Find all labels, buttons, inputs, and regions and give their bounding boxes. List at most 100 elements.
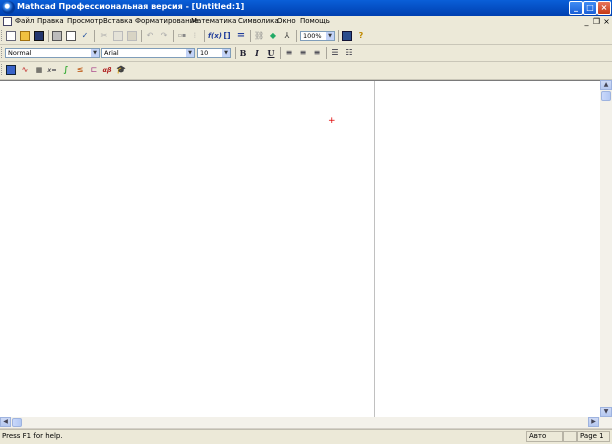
standard-toolbar: ✓ ✂ ↶ ↷ ▫▪ ⋮ f(x) [] = ⛓ ◆ ⅄ 100% ▼ ? — [0, 28, 612, 45]
toolbar-grip[interactable] — [1, 47, 4, 58]
boolean-icon[interactable]: ≤ — [75, 65, 85, 75]
insert-function-icon[interactable]: f(x) — [208, 31, 222, 41]
menu-symbolics[interactable]: Символика — [238, 17, 279, 25]
status-bar: Press F1 for help. Авто Page 1 — [0, 429, 612, 444]
align-left-icon[interactable]: ≡ — [284, 48, 294, 58]
style-value: Normal — [8, 49, 32, 57]
mdi-minimize-button[interactable]: _ — [582, 17, 591, 26]
cut-icon[interactable]: ✂ — [99, 31, 109, 41]
align-right-icon[interactable]: ≡ — [312, 48, 322, 58]
minimize-button[interactable]: _ — [569, 1, 583, 15]
print-preview-icon[interactable] — [66, 31, 76, 41]
scroll-down-button[interactable]: ▼ — [600, 407, 612, 417]
style-select[interactable]: Normal ▼ — [5, 48, 100, 58]
vertical-scrollbar[interactable]: ▲ ▼ — [600, 80, 612, 417]
spell-check-icon[interactable]: ✓ — [80, 31, 90, 41]
zoom-select[interactable]: 100% ▼ — [300, 31, 335, 41]
greek-icon[interactable]: αβ — [102, 65, 112, 75]
separator — [338, 30, 339, 42]
chevron-down-icon[interactable]: ▼ — [91, 49, 99, 57]
math-toolbar: ∿ ▦ x= ∫ ≤ ⊏ αβ 🎓 — [0, 62, 612, 80]
separator — [280, 47, 281, 59]
graph-icon[interactable]: ∿ — [20, 65, 30, 75]
horizontal-scrollbar[interactable]: ◀ ▶ — [0, 417, 612, 428]
toolbar-grip[interactable] — [1, 64, 4, 75]
separator — [173, 30, 174, 42]
mdi-close-button[interactable]: × — [602, 17, 611, 26]
resource-center-icon[interactable] — [342, 31, 352, 41]
toolbar-grip[interactable] — [1, 30, 4, 41]
formatting-toolbar: Normal ▼ Arial ▼ 10 ▼ B I U ≡ ≡ ≡ ☰ ☷ — [0, 45, 612, 62]
separator — [141, 30, 142, 42]
calculate-icon[interactable]: = — [236, 31, 246, 41]
underline-button[interactable]: U — [266, 48, 276, 58]
separator — [235, 47, 236, 59]
status-help-text: Press F1 for help. — [2, 432, 63, 440]
font-select[interactable]: Arial ▼ — [101, 48, 195, 58]
save-icon[interactable] — [34, 31, 44, 41]
menu-edit[interactable]: Правка — [37, 17, 64, 25]
chevron-down-icon[interactable]: ▼ — [186, 49, 194, 57]
undo-icon[interactable]: ↶ — [145, 31, 155, 41]
zoom-value: 100% — [303, 32, 322, 40]
close-button[interactable]: × — [597, 1, 611, 15]
italic-button[interactable]: I — [252, 48, 262, 58]
menu-help[interactable]: Помощь — [300, 17, 330, 25]
chevron-down-icon[interactable]: ▼ — [222, 49, 230, 57]
crosshair-cursor-icon: + — [328, 116, 336, 126]
numbered-list-icon[interactable]: ☷ — [344, 48, 354, 58]
insert-hyperlink-icon[interactable]: ⛓ — [254, 31, 264, 41]
menu-bar: Файл Правка Просмотр Вставка Форматирова… — [0, 16, 612, 28]
maximize-button[interactable]: □ — [583, 1, 597, 15]
programming-icon[interactable]: ⊏ — [89, 65, 99, 75]
bold-button[interactable]: B — [238, 48, 248, 58]
separator — [204, 30, 205, 42]
separator — [48, 30, 49, 42]
menu-format[interactable]: Форматирование — [135, 17, 199, 25]
copy-icon[interactable] — [113, 31, 123, 41]
print-icon[interactable] — [52, 31, 62, 41]
open-icon[interactable] — [20, 31, 30, 41]
document-icon[interactable] — [3, 17, 12, 26]
chevron-down-icon[interactable]: ▼ — [326, 32, 334, 40]
calculus-icon[interactable]: ∫ — [61, 65, 71, 75]
worksheet-area[interactable]: + — [0, 80, 600, 418]
separator — [94, 30, 95, 42]
menu-math[interactable]: Математика — [191, 17, 236, 25]
font-value: Arial — [104, 49, 119, 57]
align-center-icon[interactable]: ≡ — [298, 48, 308, 58]
evaluation-icon[interactable]: x= — [47, 65, 57, 75]
new-icon[interactable] — [6, 31, 16, 41]
scroll-left-button[interactable]: ◀ — [0, 417, 11, 427]
help-icon[interactable]: ? — [356, 31, 366, 41]
font-size-select[interactable]: 10 ▼ — [197, 48, 231, 58]
status-page-panel: Page 1 — [577, 431, 610, 442]
scroll-up-button[interactable]: ▲ — [600, 80, 612, 90]
redo-icon[interactable]: ↷ — [159, 31, 169, 41]
font-size-value: 10 — [200, 49, 209, 57]
symbolic-icon[interactable]: 🎓 — [116, 65, 126, 75]
scroll-right-button[interactable]: ▶ — [588, 417, 599, 427]
horizontal-scroll-thumb[interactable] — [12, 418, 22, 427]
mathcad-app-icon[interactable] — [2, 1, 15, 14]
align-across-icon[interactable]: ▫▪ — [177, 31, 187, 41]
status-mode-panel: Авто — [526, 431, 563, 442]
insert-math-object-icon[interactable]: ⅄ — [282, 31, 292, 41]
separator — [326, 47, 327, 59]
insert-component-icon[interactable]: ◆ — [268, 31, 278, 41]
mdi-restore-button[interactable]: ❐ — [592, 17, 601, 26]
insert-unit-icon[interactable]: [] — [222, 31, 232, 41]
menu-view[interactable]: Просмотр — [67, 17, 103, 25]
menu-file[interactable]: Файл — [15, 17, 34, 25]
menu-window[interactable]: Окно — [277, 17, 296, 25]
page-boundary-line — [374, 81, 375, 418]
align-down-icon[interactable]: ⋮ — [190, 31, 200, 41]
paste-icon[interactable] — [127, 31, 137, 41]
vertical-scroll-thumb[interactable] — [601, 91, 611, 101]
title-bar: Mathcad Профессиональная версия - [Untit… — [0, 0, 612, 16]
separator — [296, 30, 297, 42]
menu-insert[interactable]: Вставка — [103, 17, 133, 25]
matrix-icon[interactable]: ▦ — [34, 65, 44, 75]
bullet-list-icon[interactable]: ☰ — [330, 48, 340, 58]
calculator-icon[interactable] — [6, 65, 16, 75]
